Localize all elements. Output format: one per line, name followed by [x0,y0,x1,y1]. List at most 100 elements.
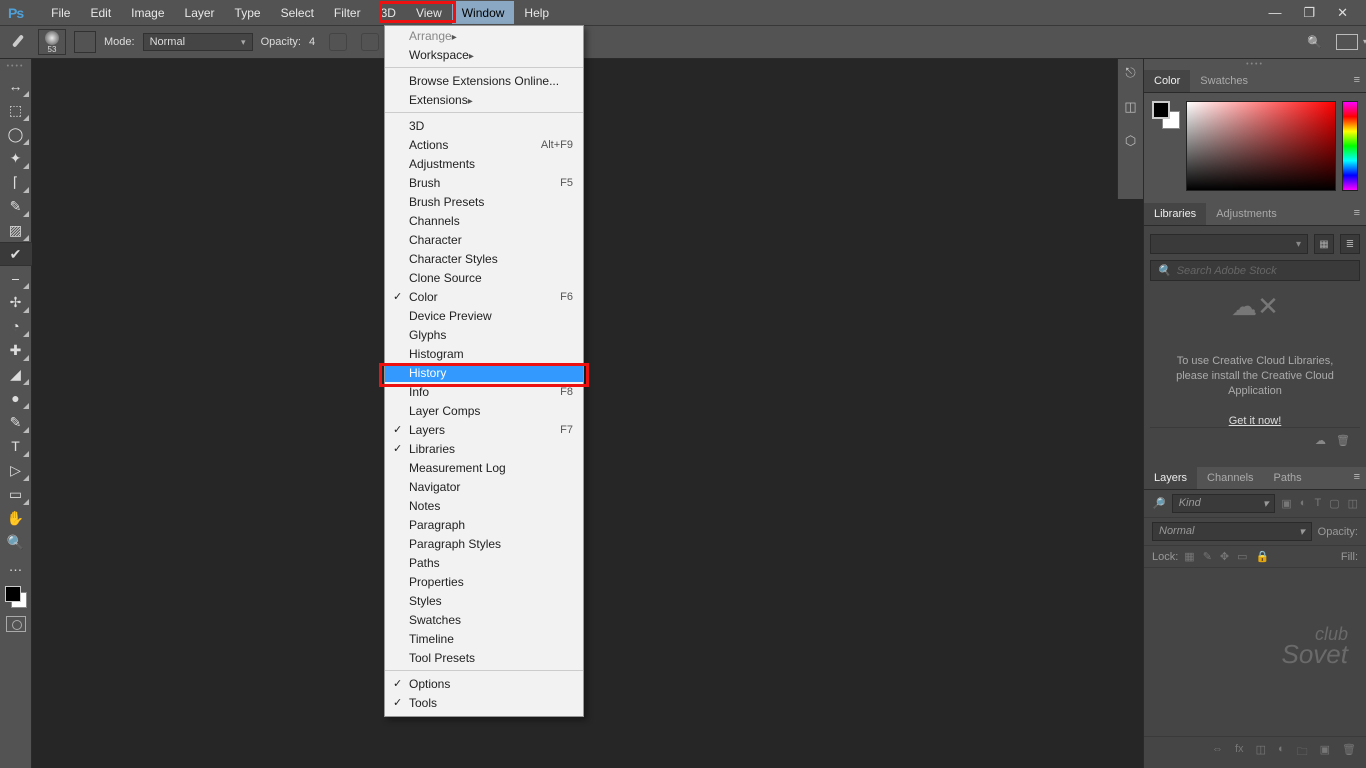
layer-filter-icons[interactable]: ▣◐T▢◫ [1281,497,1358,510]
flow-icon[interactable] [329,33,347,51]
hand-tool[interactable]: ✋ [2,506,30,530]
screen-mode-icon[interactable] [1336,34,1358,50]
menu-window[interactable]: Window [452,1,515,24]
window-menu-item-character[interactable]: Character [385,230,583,249]
tab-swatches[interactable]: Swatches [1190,70,1258,92]
hue-strip[interactable] [1342,101,1358,191]
new-layer-icon[interactable]: ▣ [1320,743,1330,762]
window-menu-item-libraries[interactable]: Libraries [385,439,583,458]
window-menu-item-notes[interactable]: Notes [385,496,583,515]
grid-view-icon[interactable]: ▦ [1314,234,1334,254]
cloud-sync-icon[interactable]: ☁ [1315,434,1326,447]
blend-mode-select[interactable]: Normal [143,33,253,51]
window-menu-item-color[interactable]: ColorF6 [385,287,583,306]
window-menu-item-actions[interactable]: ActionsAlt+F9 [385,135,583,154]
color-panel-menu[interactable]: ≡ [1348,70,1366,92]
window-menu-item-device-preview[interactable]: Device Preview [385,306,583,325]
window-menu-item-brush-presets[interactable]: Brush Presets [385,192,583,211]
window-menu-item-glyphs[interactable]: Glyphs [385,325,583,344]
eyedropper-tool[interactable]: ✎ [2,194,30,218]
window-menu-item-timeline[interactable]: Timeline [385,629,583,648]
window-menu-item-channels[interactable]: Channels [385,211,583,230]
tab-color[interactable]: Color [1144,70,1190,92]
quick-select-tool[interactable]: ✦ [2,146,30,170]
3d-panel-icon[interactable]: ⬡ [1125,133,1136,149]
airbrush-icon[interactable] [361,33,379,51]
window-menu-item-navigator[interactable]: Navigator [385,477,583,496]
healing-tool[interactable]: ▨ [2,218,30,242]
fg-bg-swatch[interactable] [1152,101,1180,129]
edit-toolbar[interactable]: … [2,554,30,578]
zoom-tool[interactable]: 🔍 [2,530,30,554]
libraries-panel-menu[interactable]: ≡ [1348,203,1366,225]
window-menu-item-tools[interactable]: Tools [385,693,583,712]
window-menu-item-measurement-log[interactable]: Measurement Log [385,458,583,477]
color-field[interactable] [1186,101,1336,191]
type-tool[interactable]: T [2,434,30,458]
panel-drag-handle[interactable]: •••• [1144,59,1366,70]
window-menu-item-clone-source[interactable]: Clone Source [385,268,583,287]
path-select-tool[interactable]: ▷ [2,458,30,482]
quick-mask-toggle[interactable] [6,616,26,632]
pen-tool[interactable]: ✎ [2,410,30,434]
layer-filter-kind[interactable]: Kind▾ [1172,494,1276,513]
window-menu-item-arrange[interactable]: Arrange [385,26,583,45]
delete-layer-icon[interactable]: 🗑 [1342,743,1356,762]
history-brush-tool[interactable]: ✢ [2,290,30,314]
window-menu-item-adjustments[interactable]: Adjustments [385,154,583,173]
window-menu-item-histogram[interactable]: Histogram [385,344,583,363]
tab-channels[interactable]: Channels [1197,467,1263,489]
window-menu-item-browse-extensions-online-[interactable]: Browse Extensions Online... [385,71,583,90]
window-menu-item-properties[interactable]: Properties [385,572,583,591]
library-select[interactable] [1150,234,1308,254]
crop-tool[interactable]: ⌈ [2,170,30,194]
window-minimize[interactable]: — [1268,5,1281,21]
lasso-tool[interactable]: ◯ [2,122,30,146]
list-view-icon[interactable]: ≣ [1340,234,1360,254]
brush-tool-icon[interactable] [8,31,30,53]
window-menu-item-workspace[interactable]: Workspace [385,45,583,64]
window-menu-item-brush[interactable]: BrushF5 [385,173,583,192]
gradient-tool[interactable]: ✚ [2,338,30,362]
history-panel-icon[interactable]: ⎋ [1125,65,1135,81]
blur-tool[interactable]: ◢ [2,362,30,386]
dodge-tool[interactable]: ● [2,386,30,410]
window-menu-item-tool-presets[interactable]: Tool Presets [385,648,583,667]
window-menu-item-swatches[interactable]: Swatches [385,610,583,629]
tab-adjustments[interactable]: Adjustments [1206,203,1287,225]
window-menu-item-options[interactable]: Options [385,674,583,693]
menu-type[interactable]: Type [225,1,271,24]
window-close[interactable]: ✕ [1337,5,1348,21]
window-menu-item-styles[interactable]: Styles [385,591,583,610]
tab-layers[interactable]: Layers [1144,467,1197,489]
marquee-tool[interactable]: ⬚ [2,98,30,122]
opacity-value[interactable]: 4 [309,36,315,48]
layer-lock-icons[interactable]: ▦✎✥▭🔒 [1184,550,1269,563]
search-icon[interactable] [1307,35,1322,49]
panel-drag-handle[interactable]: •••• [7,63,25,70]
menu-edit[interactable]: Edit [80,1,121,24]
window-menu-item-layer-comps[interactable]: Layer Comps [385,401,583,420]
menu-image[interactable]: Image [121,1,174,24]
stock-search-input[interactable]: 🔍 Search Adobe Stock [1150,260,1360,281]
window-menu-item-extensions[interactable]: Extensions [385,90,583,109]
window-menu-item-layers[interactable]: LayersF7 [385,420,583,439]
layer-fx-icon[interactable]: fx [1235,743,1244,762]
eraser-tool[interactable]: ◔ [2,314,30,338]
window-maximize[interactable]: ❐ [1303,5,1315,21]
shape-tool[interactable]: ▭ [2,482,30,506]
color-swatch-pair[interactable] [3,584,29,610]
menu-help[interactable]: Help [514,1,559,24]
get-it-now-link[interactable]: Get it now! [1150,415,1360,427]
brush-panel-toggle[interactable] [74,31,96,53]
brush-preset-picker[interactable]: 53 [38,29,66,55]
window-menu-item-character-styles[interactable]: Character Styles [385,249,583,268]
adjustment-layer-icon[interactable]: ◐ [1278,743,1285,762]
window-menu-item-paragraph-styles[interactable]: Paragraph Styles [385,534,583,553]
properties-panel-icon[interactable]: ◫ [1124,99,1136,115]
window-menu-item-paragraph[interactable]: Paragraph [385,515,583,534]
menu-select[interactable]: Select [271,1,324,24]
tab-paths[interactable]: Paths [1264,467,1312,489]
move-tool[interactable]: ↔ [2,74,30,98]
tab-libraries[interactable]: Libraries [1144,203,1206,225]
